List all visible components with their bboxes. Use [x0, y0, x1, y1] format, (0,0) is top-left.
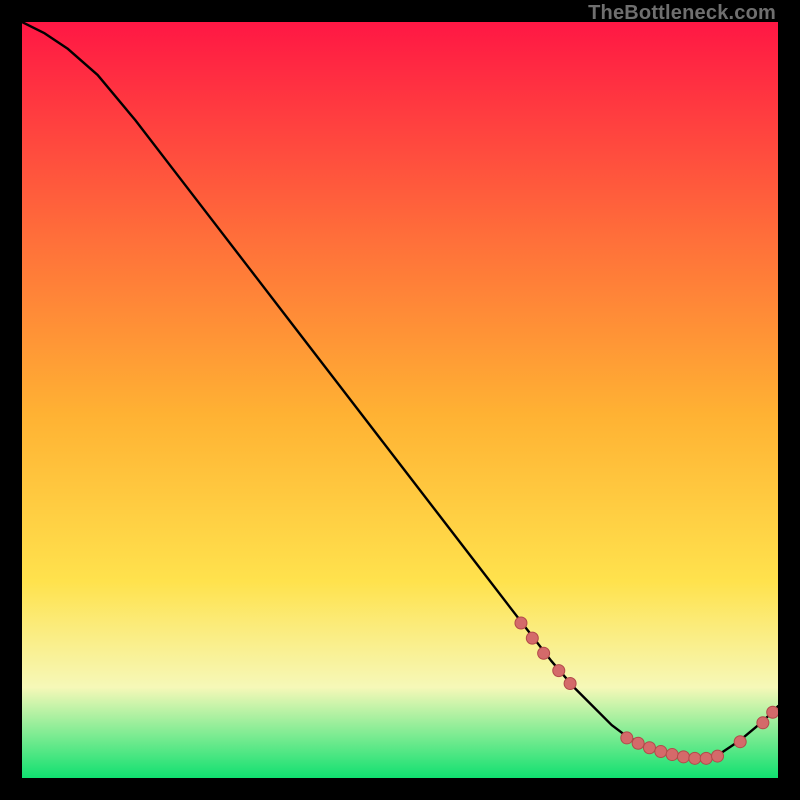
curve-marker — [655, 746, 667, 758]
chart-frame: TheBottleneck.com — [0, 0, 800, 800]
curve-marker — [538, 647, 550, 659]
curve-marker — [643, 742, 655, 754]
curve-marker — [515, 617, 527, 629]
curve-marker — [712, 750, 724, 762]
curve-marker — [767, 706, 778, 718]
curve-marker — [734, 736, 746, 748]
curve-marker — [689, 752, 701, 764]
gradient-background — [22, 22, 778, 778]
curve-marker — [564, 678, 576, 690]
curve-marker — [678, 751, 690, 763]
curve-marker — [621, 732, 633, 744]
plot-area — [22, 22, 778, 778]
chart-svg — [22, 22, 778, 778]
curve-marker — [632, 737, 644, 749]
curve-marker — [700, 752, 712, 764]
curve-marker — [666, 749, 678, 761]
curve-marker — [526, 632, 538, 644]
curve-marker — [553, 665, 565, 677]
curve-marker — [757, 717, 769, 729]
